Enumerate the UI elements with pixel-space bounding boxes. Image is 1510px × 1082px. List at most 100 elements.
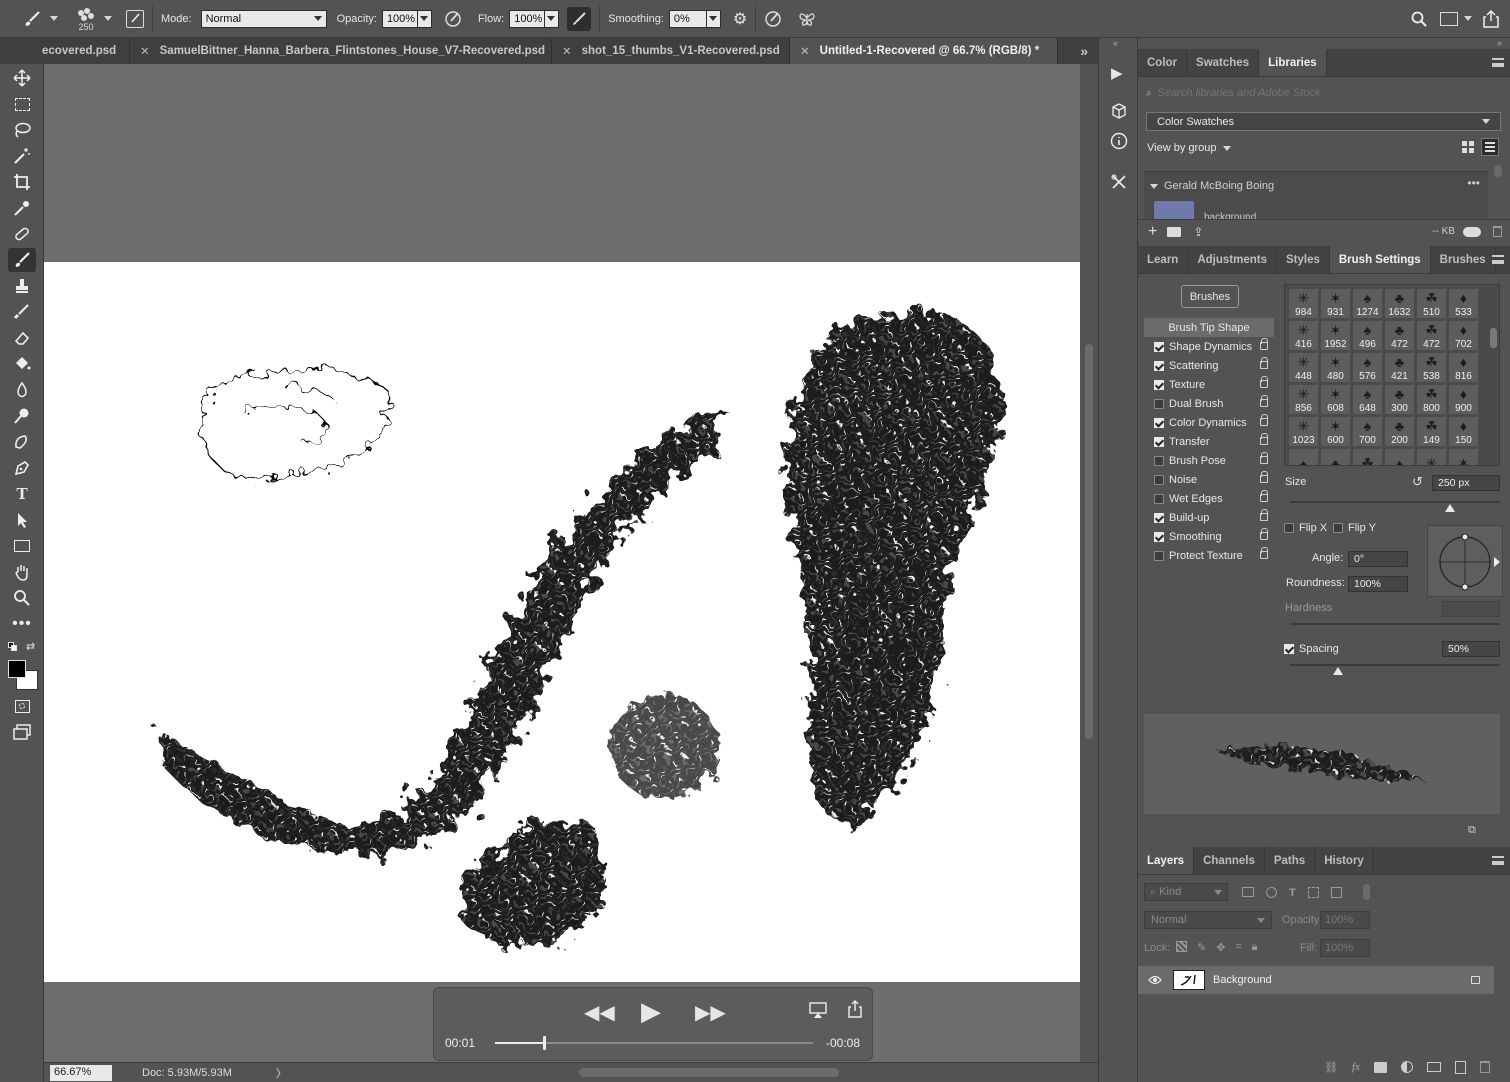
blend-mode-select[interactable]: Normal — [1144, 911, 1272, 929]
brush-tip-cell[interactable]: ☘ 472 — [1416, 320, 1447, 351]
info-icon[interactable] — [1110, 132, 1128, 150]
brush-option-checkbox[interactable] — [1154, 455, 1164, 466]
healing-brush-icon[interactable] — [8, 222, 36, 246]
adjustment-layer-icon[interactable] — [1401, 1061, 1413, 1073]
new-brush-icon[interactable]: ⧉ — [1468, 824, 1476, 837]
dodge-tool-icon[interactable] — [8, 404, 36, 428]
collapse-panels-icon[interactable]: » — [1497, 38, 1502, 48]
lock-pixels-brush-icon[interactable]: ✎ — [1197, 941, 1206, 954]
group-header[interactable]: Gerald McBoing Boing — [1150, 180, 1274, 192]
brush-tip-cell[interactable]: ♠ 1274 — [1352, 288, 1383, 319]
brush-tip-cell[interactable]: ♣ 300 — [1384, 384, 1415, 415]
foreground-color-swatch[interactable] — [8, 660, 26, 678]
brush-tool-icon[interactable] — [8, 248, 36, 272]
tab-history[interactable]: History — [1315, 847, 1374, 874]
fill-field[interactable]: 100% — [1320, 939, 1370, 957]
brush-preset-dropdown[interactable] — [104, 16, 112, 21]
move-tool-icon[interactable] — [8, 66, 36, 90]
airbrush-icon[interactable] — [567, 6, 592, 31]
brush-tip-cell[interactable]: ✶ 931 — [1320, 288, 1351, 319]
progress-knob[interactable] — [542, 1036, 546, 1050]
brush-option-checkbox[interactable] — [1154, 474, 1164, 485]
size-slider-thumb[interactable] — [1445, 504, 1455, 512]
hand-tool-icon[interactable] — [8, 560, 36, 584]
brush-tip-cell[interactable]: ♠ 700 — [1352, 416, 1383, 447]
paint-bucket-icon[interactable] — [8, 352, 36, 376]
brush-tip-cell[interactable]: ✳ 448 — [1288, 352, 1319, 383]
layer-row-background[interactable]: Background — [1138, 966, 1494, 994]
brush-option-row[interactable]: Dual Brush — [1144, 394, 1274, 413]
smoothing-field[interactable]: 0% — [668, 9, 707, 28]
spacing-checkbox[interactable] — [1284, 644, 1294, 654]
group-folder-icon[interactable] — [1427, 1062, 1441, 1072]
symmetry-butterfly-icon[interactable] — [798, 10, 816, 28]
pressure-opacity-icon[interactable] — [444, 10, 462, 28]
gear-icon[interactable]: ⚙ — [733, 9, 747, 29]
brush-tip-cell[interactable]: ✶ — [1448, 448, 1479, 465]
blur-tool-icon[interactable] — [8, 378, 36, 402]
brush-tip-cell[interactable]: ♦ 702 — [1448, 320, 1479, 351]
pen-tool-curvature-icon[interactable] — [8, 430, 36, 454]
brush-option-checkbox[interactable] — [1154, 341, 1164, 352]
search-icon[interactable] — [1410, 10, 1428, 28]
eraser-icon[interactable] — [8, 326, 36, 350]
close-icon[interactable]: ✕ — [140, 44, 150, 58]
lock-all-icon[interactable]: 🔒︎ — [1252, 941, 1258, 954]
lasso-tool-icon[interactable] — [8, 118, 36, 142]
brush-option-row[interactable]: Color Dynamics — [1144, 413, 1274, 432]
quick-mask-icon[interactable] — [8, 694, 36, 718]
history-brush-icon[interactable] — [8, 300, 36, 324]
flip-x-toggle[interactable]: Flip X — [1284, 522, 1327, 534]
size-field[interactable]: 250 px — [1432, 475, 1500, 491]
brush-option-checkbox[interactable] — [1154, 550, 1164, 561]
tab-color[interactable]: Color — [1138, 49, 1188, 76]
doc-tab-2[interactable]: ✕ SamuelBittner_Hanna_Barbera_Flintstones… — [130, 38, 552, 64]
tab-learn[interactable]: Learn — [1138, 246, 1189, 273]
brush-tip-cell[interactable]: ♦ 150 — [1448, 416, 1479, 447]
library-search-input[interactable] — [1157, 87, 1478, 99]
lock-icon[interactable] — [1260, 471, 1268, 483]
brush-tip-cell[interactable]: ☘ 149 — [1416, 416, 1447, 447]
collapse-icon[interactable]: « — [1113, 38, 1118, 48]
progress-track[interactable] — [495, 1036, 813, 1050]
workspace-dropdown[interactable] — [1464, 16, 1472, 21]
lock-icon[interactable] — [1260, 490, 1268, 502]
tab-libraries[interactable]: Libraries — [1259, 49, 1327, 76]
lock-icon[interactable] — [1260, 547, 1268, 559]
tabs-overflow-icon[interactable]: » — [1070, 38, 1098, 64]
brush-tip-cell[interactable]: ♠ 496 — [1352, 320, 1383, 351]
brush-tip-cell[interactable]: ♦ 900 — [1448, 384, 1479, 415]
brush-option-checkbox[interactable] — [1154, 379, 1164, 390]
layer-opacity-field[interactable]: 100% — [1320, 911, 1370, 929]
default-colors-icon[interactable] — [8, 642, 18, 652]
doc-tab-4[interactable]: ✕ Untitled-1-Recovered @ 66.7% (RGB/8) * — [790, 38, 1058, 64]
layer-lock-icon[interactable] — [1471, 976, 1480, 984]
shape-filter-icon[interactable] — [1307, 887, 1319, 898]
close-icon[interactable]: ✕ — [562, 44, 572, 58]
fast-forward-icon[interactable]: ▶▶ — [695, 1000, 726, 1025]
pressure-size-icon[interactable] — [764, 10, 782, 28]
smoothing-dropdown[interactable] — [706, 9, 721, 28]
doc-tab-1[interactable]: ecovered.psd — [0, 38, 130, 64]
angle-field[interactable]: 0° — [1348, 551, 1408, 567]
brush-tip-cell[interactable]: ☘ — [1352, 448, 1383, 465]
add-mask-icon[interactable] — [1374, 1061, 1387, 1073]
flow-field[interactable]: 100% — [509, 9, 546, 28]
rewind-icon[interactable]: ◀◀ — [584, 1000, 615, 1025]
link-layers-icon[interactable]: ⛓︎ — [1324, 1061, 1338, 1074]
artboard-icon[interactable]: ⌗ — [1235, 941, 1241, 954]
brush-tip-cell[interactable]: ♠ 576 — [1352, 352, 1383, 383]
brush-tip-cell[interactable]: ♣ — [1320, 448, 1351, 465]
color-swatch[interactable] — [1154, 201, 1194, 219]
brush-option-row[interactable]: Build-up — [1144, 508, 1274, 527]
document-canvas[interactable] — [44, 262, 1080, 982]
pen-tool-icon[interactable] — [8, 456, 36, 480]
brush-option-checkbox[interactable] — [1154, 417, 1164, 428]
opacity-dropdown[interactable] — [417, 9, 432, 28]
brush-tip-cell[interactable]: ♠ 648 — [1352, 384, 1383, 415]
library-select[interactable]: Color Swatches — [1146, 112, 1501, 131]
scrollbar-thumb[interactable] — [1085, 344, 1093, 739]
tool-presets-icon[interactable] — [1110, 173, 1128, 191]
flip-y-checkbox[interactable] — [1333, 523, 1343, 533]
brush-tip-cell[interactable]: ✶ 608 — [1320, 384, 1351, 415]
